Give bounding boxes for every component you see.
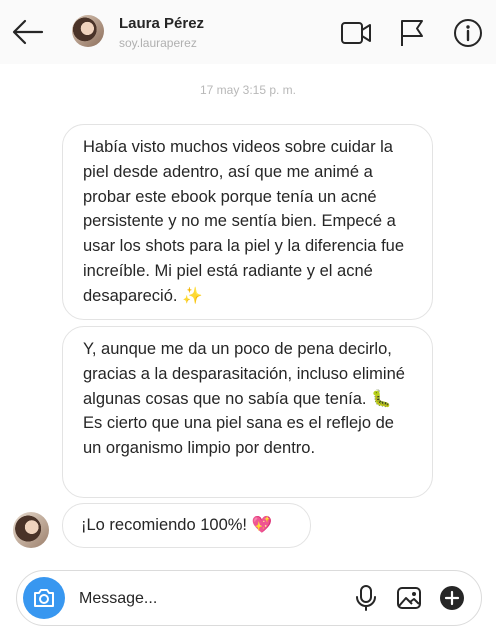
flag-icon <box>401 20 423 46</box>
chat-header: Laura Pérez soy.lauraperez <box>0 0 496 64</box>
avatar[interactable] <box>72 15 104 47</box>
camera-icon <box>34 589 54 607</box>
microphone-icon <box>356 585 376 611</box>
report-button[interactable] <box>397 18 427 48</box>
gallery-button[interactable] <box>395 584 423 612</box>
gallery-icon <box>397 587 421 609</box>
camera-button[interactable] <box>23 577 65 619</box>
contact-username: soy.lauraperez <box>119 36 197 50</box>
plus-icon <box>440 586 464 610</box>
contact-name[interactable]: Laura Pérez <box>119 15 204 32</box>
video-camera-icon <box>341 22 371 44</box>
info-button[interactable] <box>453 18 483 48</box>
message-input[interactable] <box>77 585 341 613</box>
message-composer <box>16 570 482 626</box>
message-bubble[interactable]: Y, aunque me da un poco de pena decirlo,… <box>62 326 433 498</box>
message-timestamp: 17 may 3:15 p. m. <box>199 83 297 97</box>
more-options-button[interactable] <box>438 584 466 612</box>
sender-avatar[interactable] <box>13 512 49 548</box>
back-arrow-icon <box>12 19 44 45</box>
info-icon <box>454 19 482 47</box>
message-bubble[interactable]: ¡Lo recomiendo 100%! 💖 <box>62 503 311 548</box>
message-bubble[interactable]: Había visto muchos videos sobre cuidar l… <box>62 124 433 320</box>
video-call-button[interactable] <box>340 18 371 48</box>
back-button[interactable] <box>12 18 44 46</box>
voice-message-button[interactable] <box>352 584 380 612</box>
